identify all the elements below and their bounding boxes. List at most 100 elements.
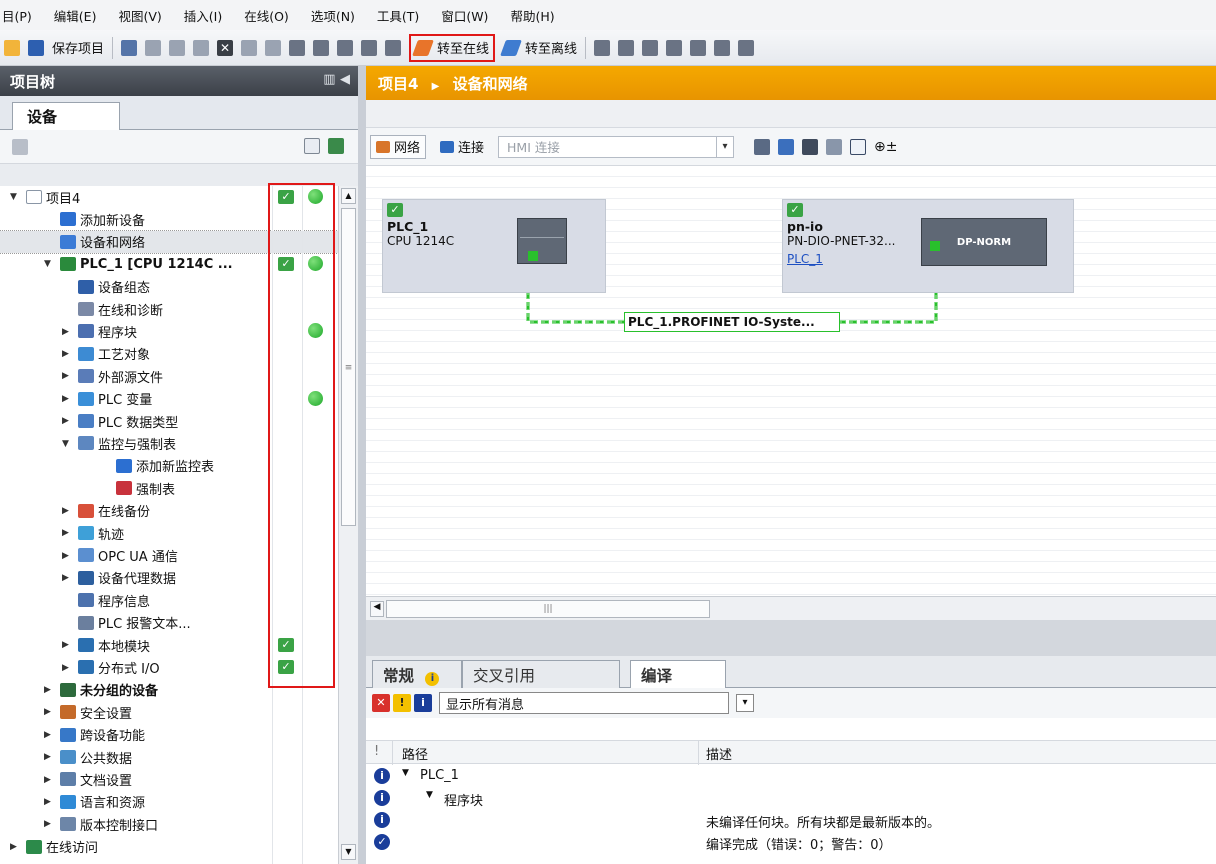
menu-edit[interactable]: 编辑(E) — [54, 6, 97, 25]
split-horizontal-icon[interactable] — [690, 39, 707, 56]
collapse-arrow-icon[interactable]: ▶ — [62, 528, 69, 538]
collapse-arrow-icon[interactable]: ▶ — [62, 349, 69, 359]
info-filter-icon[interactable]: i — [414, 694, 432, 712]
plc-device[interactable]: ✓ PLC_1 CPU 1214C — [382, 199, 606, 293]
collapse-arrow-icon[interactable]: ▶ — [62, 506, 69, 516]
network-canvas[interactable]: ✓ PLC_1 CPU 1214C ✓ pn-io PN-DIO-PNET-32… — [366, 166, 1216, 596]
split-vertical-icon[interactable] — [714, 39, 731, 56]
expand-arrow-icon[interactable]: ▼ — [62, 439, 69, 449]
tree-item[interactable]: ▶ 公共数据 — [0, 746, 338, 768]
grid-icon[interactable] — [826, 138, 843, 155]
expand-arrow-icon[interactable]: ▼ — [44, 259, 51, 269]
undo-icon[interactable] — [241, 39, 258, 56]
collapse-arrow-icon[interactable]: ▶ — [62, 640, 69, 650]
collapse-arrow-icon[interactable]: ▶ — [44, 797, 51, 807]
stop-cpu-icon[interactable] — [642, 39, 659, 56]
show-names-icon[interactable] — [754, 138, 771, 155]
add-device-tree-icon[interactable] — [328, 138, 344, 154]
delete-icon[interactable]: ✕ — [217, 39, 234, 56]
error-filter-icon[interactable]: ✕ — [372, 694, 390, 712]
tab-general[interactable]: 常规 i — [372, 660, 462, 688]
menu-options[interactable]: 选项(N) — [311, 6, 355, 25]
collapse-arrow-icon[interactable]: ▶ — [62, 573, 69, 583]
collapse-arrow-icon[interactable]: ▶ — [62, 394, 69, 404]
copy-icon[interactable] — [169, 39, 186, 56]
message-filter-select[interactable]: 显示所有消息 — [439, 692, 729, 714]
io-device[interactable]: ✓ pn-io PN-DIO-PNET-32... PLC_1 DP-NORM — [782, 199, 1074, 293]
table-icon[interactable] — [802, 138, 819, 155]
warning-filter-icon[interactable]: ! — [393, 694, 411, 712]
tree-item[interactable]: ▶ 跨设备功能 — [0, 724, 338, 746]
menu-view[interactable]: 视图(V) — [118, 6, 161, 25]
page-break-icon[interactable] — [850, 138, 867, 155]
download-icon[interactable] — [313, 39, 330, 56]
collapse-arrow-icon[interactable]: ▶ — [44, 707, 51, 717]
collapse-arrow-icon[interactable]: ▶ — [62, 663, 69, 673]
menu-insert[interactable]: 插入(I) — [184, 6, 222, 25]
tab-devices[interactable]: 设备 — [12, 102, 120, 130]
tree-view-icon[interactable] — [12, 139, 28, 155]
menu-window[interactable]: 窗口(W) — [441, 6, 488, 25]
io-port-icon[interactable] — [930, 241, 940, 251]
plc-port-icon[interactable] — [528, 251, 538, 261]
menu-help[interactable]: 帮助(H) — [510, 6, 554, 25]
collapse-arrow-icon[interactable]: ▶ — [44, 819, 51, 829]
tree-item[interactable]: ▶ 语言和资源 — [0, 791, 338, 813]
collapse-arrow-icon[interactable]: ▶ — [62, 551, 69, 561]
download-all-icon[interactable] — [385, 39, 402, 56]
start-cpu-icon[interactable] — [618, 39, 635, 56]
expand-arrow-icon[interactable]: ▼ — [402, 768, 409, 778]
tree-item[interactable]: ▶ 在线访问 — [0, 836, 338, 858]
collapse-arrow-icon[interactable]: ▶ — [44, 775, 51, 785]
scroll-left-button[interactable]: ◀ — [370, 601, 384, 617]
cross-reference-icon[interactable] — [666, 39, 683, 56]
more-icon[interactable] — [738, 39, 755, 56]
hmi-connection-select[interactable]: HMI 连接 — [498, 135, 735, 158]
menu-online[interactable]: 在线(O) — [244, 6, 289, 25]
compile-icon[interactable] — [289, 39, 306, 56]
accessible-devices-icon[interactable] — [594, 39, 611, 56]
cut-icon[interactable] — [145, 39, 162, 56]
tree-item[interactable]: ▶ 文档设置 — [0, 768, 338, 790]
expand-arrow-icon[interactable]: ▼ — [426, 790, 433, 800]
overview-icon[interactable] — [304, 138, 320, 154]
collapse-arrow-icon[interactable]: ▶ — [44, 752, 51, 762]
collapse-arrow-icon[interactable]: ▶ — [44, 685, 51, 695]
scroll-up-button[interactable]: ▲ — [341, 188, 356, 204]
hscroll-thumb[interactable]: ||| — [386, 600, 710, 618]
message-row[interactable]: ✓ 编译完成（错误：0；警告：0） — [366, 832, 1216, 853]
collapse-arrow-icon[interactable]: ▶ — [10, 842, 17, 852]
message-row[interactable]: i ▼ 程序块 — [366, 788, 1216, 809]
zoom-icon[interactable]: ⊕± — [874, 139, 897, 155]
chevron-down-icon[interactable]: ▾ — [736, 694, 754, 712]
collapse-arrow-icon[interactable]: ▶ — [62, 371, 69, 381]
canvas-hscrollbar[interactable]: ◀ ||| — [366, 596, 1216, 620]
collapse-arrow-icon[interactable]: ▶ — [62, 327, 69, 337]
message-row[interactable]: i ▼ PLC_1 — [366, 766, 1216, 787]
go-online-button[interactable]: 转至在线 — [409, 33, 496, 62]
redo-icon[interactable] — [265, 39, 282, 56]
collapse-arrow-icon[interactable]: ▶ — [62, 416, 69, 426]
connections-button[interactable]: 连接 — [434, 135, 490, 159]
menu-project[interactable]: 目(P) — [2, 6, 32, 25]
print-icon[interactable] — [121, 39, 138, 56]
go-offline-button[interactable]: 转至离线 — [500, 38, 577, 57]
menu-tools[interactable]: 工具(T) — [377, 6, 419, 25]
network-view-button[interactable]: 网络 — [370, 134, 427, 159]
message-row[interactable]: i 未编译任何块。所有块都是最新版本的。 — [366, 810, 1216, 831]
relations-icon[interactable] — [778, 138, 795, 155]
col-path[interactable]: 路径 — [402, 744, 428, 763]
expand-arrow-icon[interactable]: ▼ — [10, 192, 17, 202]
profinet-system-label[interactable]: PLC_1.PROFINET IO-Syste... — [624, 312, 840, 332]
scroll-thumb[interactable]: ≡ — [341, 208, 356, 526]
tab-cross-reference[interactable]: 交叉引用 — [462, 660, 620, 688]
paste-icon[interactable] — [193, 39, 210, 56]
collapse-panel-icon[interactable]: ▥ ◀ — [323, 72, 350, 87]
simulation-icon[interactable] — [361, 39, 378, 56]
new-project-icon[interactable] — [4, 39, 20, 56]
save-icon[interactable] — [28, 39, 44, 56]
panel-splitter[interactable] — [358, 66, 366, 864]
collapse-arrow-icon[interactable]: ▶ — [44, 730, 51, 740]
tree-item[interactable]: ▶ 安全设置 — [0, 701, 338, 723]
breadcrumb-project[interactable]: 项目4 — [378, 75, 418, 93]
